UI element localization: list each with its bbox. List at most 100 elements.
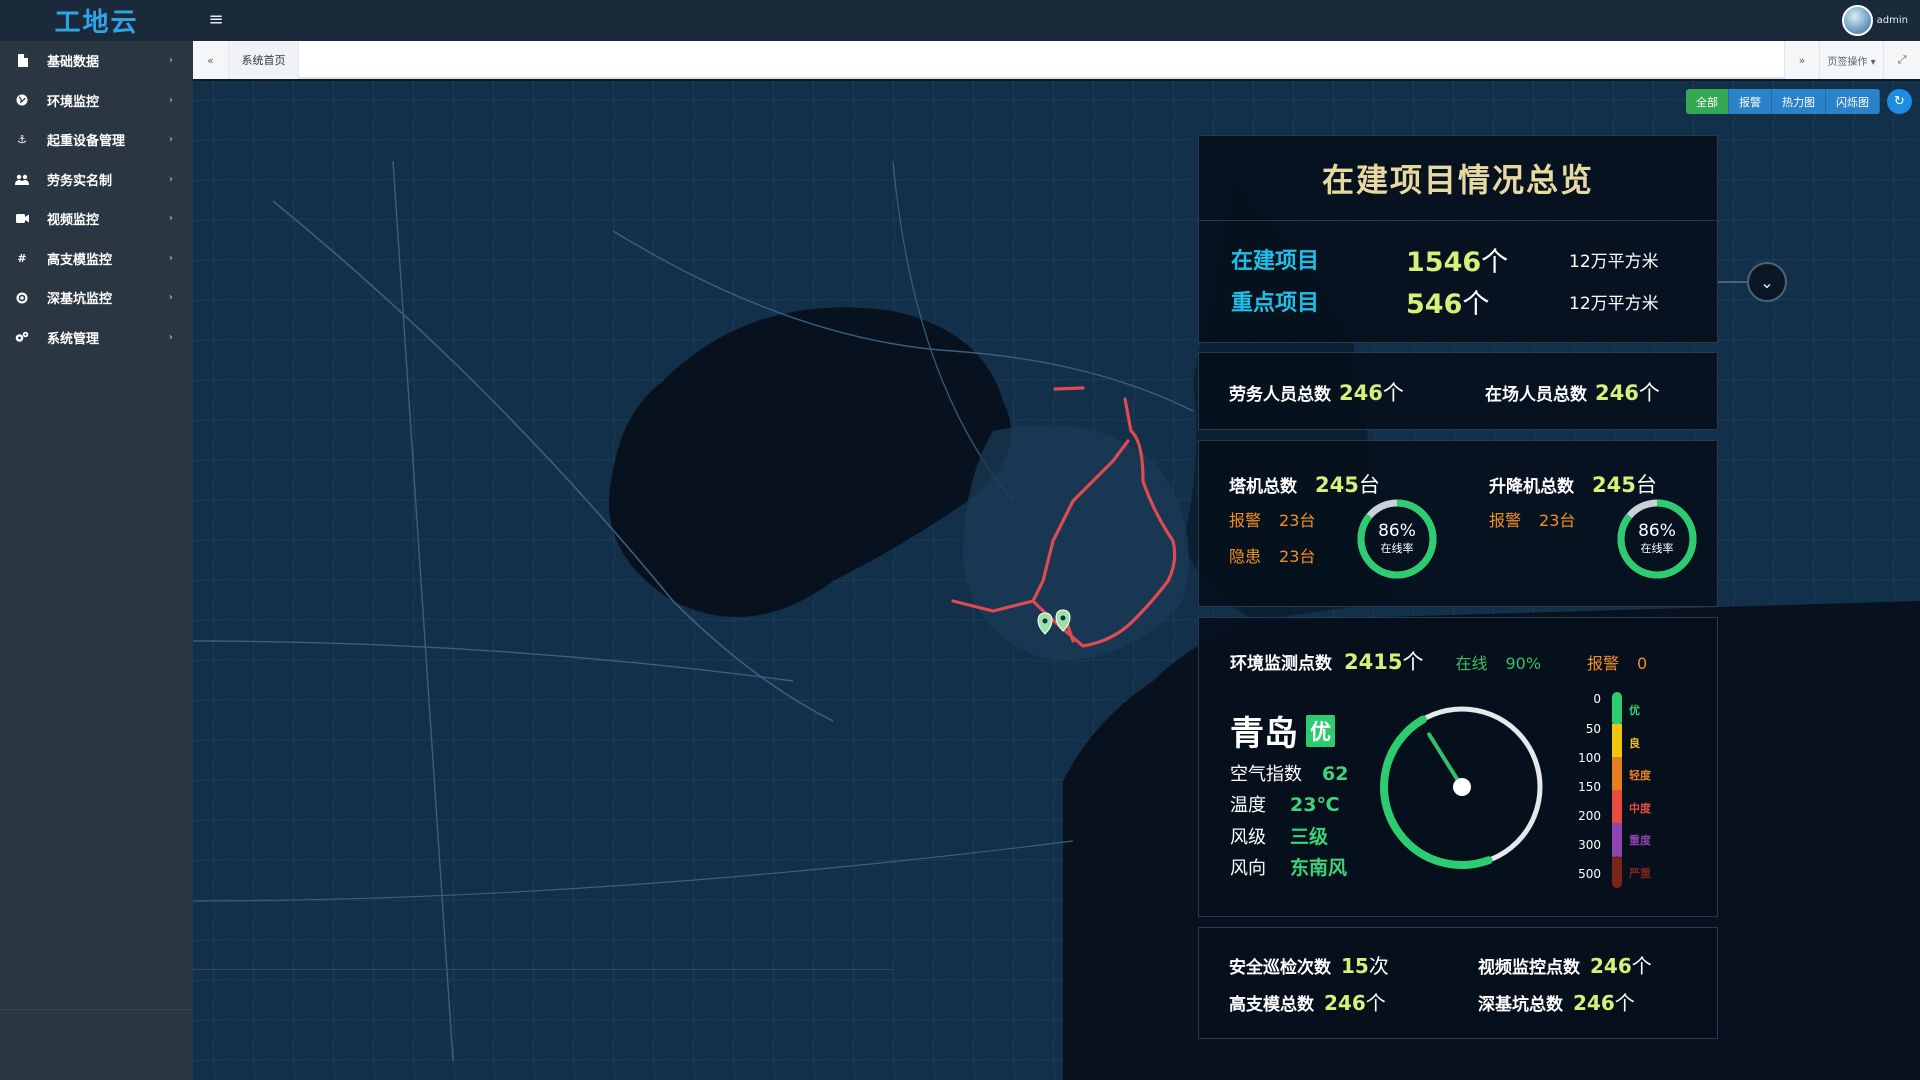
patrol-stat: 安全巡检次数 15次 <box>1229 954 1389 978</box>
sidebar-item-label: 基础数据 <box>47 55 100 71</box>
sidebar-item-basic-data[interactable]: 基础数据 › <box>0 41 193 81</box>
fullscreen-button[interactable]: ⤢ <box>1884 41 1920 79</box>
key-projects-row: 重点项目 546个 12万平方米 <box>1231 284 1691 320</box>
tower-total-stat: 塔机总数 245台 <box>1229 473 1380 497</box>
refresh-icon: ↻ <box>1894 94 1905 109</box>
map-mode-alarm-button[interactable]: 报警 <box>1729 89 1772 114</box>
labor-onsite-stat: 在场人员总数 246个 <box>1485 381 1660 405</box>
refresh-button[interactable]: ↻ <box>1887 89 1912 114</box>
double-chevron-left-icon: « <box>207 53 214 67</box>
tower-alarm-line: 报警 23台 <box>1229 511 1316 530</box>
scale-value-50: 50 <box>1585 722 1601 736</box>
scale-value-150: 150 <box>1578 780 1601 794</box>
gauge-value-arc <box>1380 715 1493 869</box>
hash-icon: # <box>17 251 27 265</box>
top-bar: 工地云 ≡ admin <box>0 0 1920 41</box>
sidebar-item-formwork-monitor[interactable]: # 高支模监控 › <box>0 239 193 279</box>
target-icon <box>15 291 29 305</box>
gauge-hub <box>1453 778 1471 796</box>
sidebar-item-system-admin[interactable]: 系统管理 › <box>0 318 193 358</box>
avatar[interactable] <box>1841 5 1873 36</box>
menu-toggle-icon[interactable]: ≡ <box>205 9 227 31</box>
lift-alarm-line: 报警 23台 <box>1489 511 1576 530</box>
video-points-stat: 视频监控点数 246个 <box>1478 954 1652 978</box>
formwork-stat: 高支模总数 246个 <box>1229 991 1386 1015</box>
scale-label-fair: 良 <box>1629 737 1640 750</box>
gauge-needle <box>1427 732 1464 789</box>
sidebar-item-labor-realname[interactable]: 劳务实名制 › <box>0 160 193 200</box>
tower-online-pct: 86% <box>1378 521 1416 541</box>
sidebar-item-label: 环境监控 <box>47 94 100 110</box>
air-quality-gauge <box>1380 706 1543 869</box>
tab-home[interactable]: 系统首页 <box>229 41 299 79</box>
air-index-row: 空气指数 62 <box>1230 763 1349 785</box>
wind-direction-row: 风向 东南风 <box>1230 857 1348 879</box>
scale-label-severe: 严重 <box>1629 867 1651 880</box>
sidebar-item-crane-equipment[interactable]: ⚓ 起重设备管理 › <box>0 120 193 160</box>
tab-operations-dropdown[interactable]: 页签操作 ▾ <box>1820 41 1884 79</box>
projects-value: 1546个 <box>1406 246 1509 278</box>
pit-stat: 深基坑总数 246个 <box>1478 991 1635 1015</box>
lift-online-label: 在线率 <box>1640 542 1674 555</box>
lift-total-stat: 升降机总数 245台 <box>1489 473 1657 497</box>
temperature-row: 温度 23℃ <box>1230 794 1340 816</box>
map-mode-group: 全部 报警 热力图 闪烁图 <box>1686 89 1880 114</box>
map-mode-flash-button[interactable]: 闪烁图 <box>1826 89 1880 114</box>
env-title: 环境监测点数 <box>1230 654 1332 674</box>
projects-label: 在建项目 <box>1231 249 1320 274</box>
scale-value-100: 100 <box>1578 751 1601 765</box>
air-quality-badge: 优 <box>1306 714 1335 747</box>
scale-label-good: 优 <box>1629 704 1640 717</box>
chevron-right-icon: › <box>168 292 173 304</box>
cogs-icon <box>15 330 29 344</box>
environment-panel: 环境监测点数 2415个 在线 90% 报警 0 青岛 优 空气指数 62 温度… <box>1198 617 1718 917</box>
wind-level-row: 风级 三级 <box>1230 826 1329 848</box>
file-icon <box>15 54 29 68</box>
scale-label-heavy: 重度 <box>1629 834 1651 847</box>
user-menu[interactable]: admin <box>1841 5 1908 36</box>
sidebar-item-label: 高支模监控 <box>47 252 113 268</box>
tab-scroll-right-button[interactable]: » <box>1784 41 1820 79</box>
key-projects-label: 重点项目 <box>1231 291 1320 316</box>
project-overview-panel: 在建项目情况总览 在建项目 1546个 12万平方米 重点项目 546个 12万… <box>1198 135 1718 343</box>
key-projects-value: 546个 <box>1406 288 1490 320</box>
sidebar-item-label: 视频监控 <box>47 213 100 229</box>
tab-scroll-left-button[interactable]: « <box>193 41 229 79</box>
scale-value-200: 200 <box>1578 809 1601 823</box>
misc-stats-panel: 安全巡检次数 15次 视频监控点数 246个 高支模总数 246个 深基坑总数 … <box>1198 927 1718 1039</box>
chevron-right-icon: › <box>168 134 173 146</box>
scale-label-light: 轻度 <box>1629 769 1651 782</box>
users-icon <box>15 172 29 186</box>
sidebar-item-video-monitor[interactable]: 视频监控 › <box>0 199 193 239</box>
chevron-right-icon: › <box>168 331 173 343</box>
chevron-down-icon: ⌄ <box>1760 272 1774 292</box>
map-mode-all-button[interactable]: 全部 <box>1686 89 1729 114</box>
sidebar-item-env-monitor[interactable]: 环境监控 › <box>0 81 193 121</box>
sidebar-item-pit-monitor[interactable]: 深基坑监控 › <box>0 278 193 318</box>
lift-online-pct: 86% <box>1638 521 1676 541</box>
env-header: 环境监测点数 2415个 在线 90% 报警 0 <box>1230 646 1647 676</box>
double-chevron-right-icon: » <box>1798 53 1806 67</box>
app-logo: 工地云 <box>54 8 139 38</box>
projects-area: 12万平方米 <box>1569 251 1659 272</box>
labor-panel: 劳务人员总数 246个 在场人员总数 246个 <box>1198 352 1718 430</box>
tower-hazard-line: 隐患 23台 <box>1229 547 1316 566</box>
globe-icon <box>15 93 29 107</box>
key-projects-area: 12万平方米 <box>1569 293 1659 314</box>
chevron-right-icon: › <box>168 252 173 264</box>
collapse-panel-button[interactable]: ⌄ <box>1747 262 1787 302</box>
video-icon <box>15 212 29 226</box>
tower-online-label: 在线率 <box>1380 542 1414 555</box>
city-name: 青岛 优 <box>1230 706 1335 755</box>
sidebar-item-label: 系统管理 <box>47 331 100 347</box>
sidebar-item-label: 起重设备管理 <box>47 134 126 150</box>
lift-online-ring: 86% 在线率 <box>1615 497 1699 581</box>
env-online-label: 在线 <box>1455 654 1488 673</box>
chevron-right-icon: › <box>168 94 173 106</box>
air-quality-scale: 0 50 100 150 200 300 500 优 良 轻度 中度 重度 严重 <box>1569 692 1709 892</box>
user-name[interactable]: admin <box>1877 15 1908 26</box>
tab-bar: « 系统首页 » 页签操作 ▾ ⤢ <box>193 41 1920 79</box>
map-mode-heatmap-button[interactable]: 热力图 <box>1772 89 1826 114</box>
scale-label-moderate: 中度 <box>1629 802 1651 815</box>
chevron-right-icon: › <box>168 55 173 67</box>
